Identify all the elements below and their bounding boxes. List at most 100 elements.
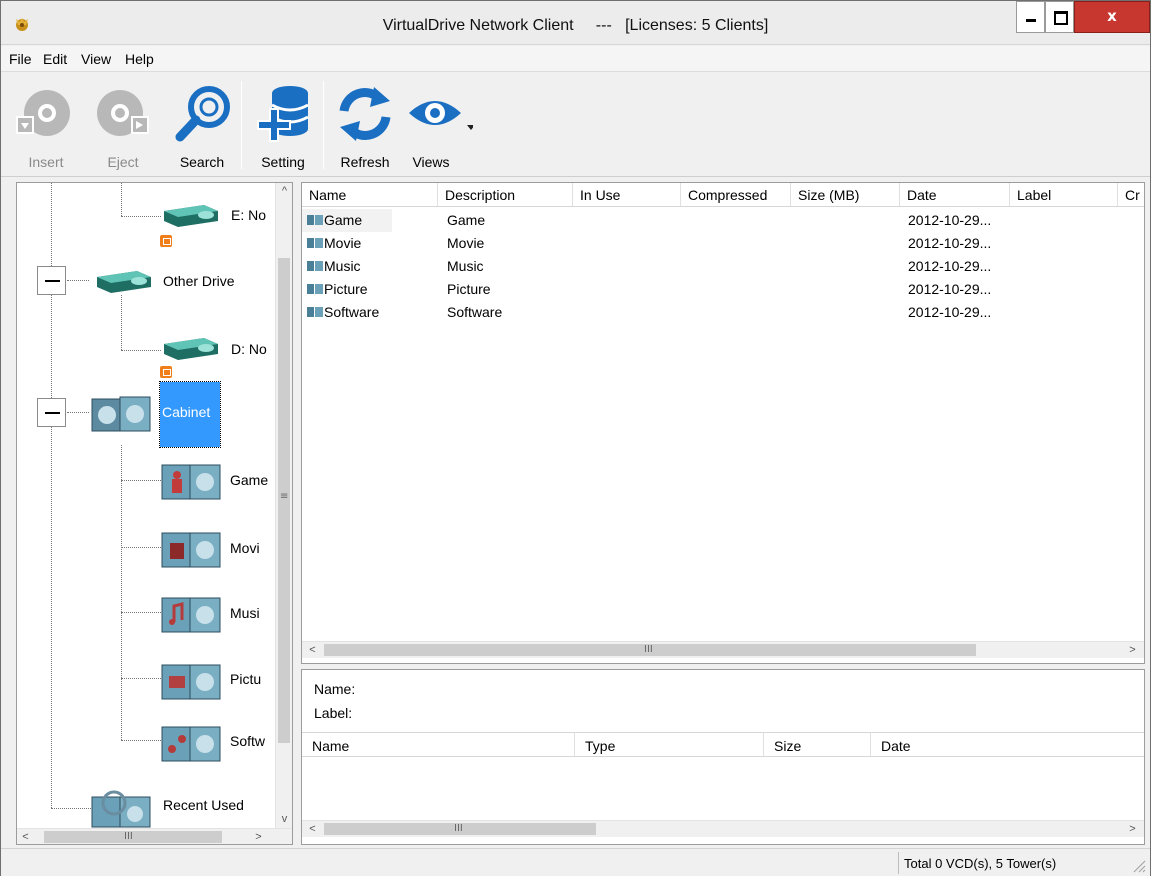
scroll-left-arrow[interactable]: < xyxy=(304,821,321,838)
table-row[interactable]: Movie Movie 2012-10-29... xyxy=(302,232,1122,255)
tree-line xyxy=(121,547,161,548)
table-row[interactable]: Software Software 2012-10-29... xyxy=(302,301,1122,324)
tree-item-picture[interactable]: Pictu xyxy=(230,671,261,687)
toolbar-separator xyxy=(241,81,242,169)
tree-item-other-drive[interactable]: Other Drive xyxy=(163,273,235,289)
resize-grip-icon[interactable] xyxy=(1132,859,1146,873)
menu-help[interactable]: Help xyxy=(125,51,154,67)
column-header-compressed[interactable]: Compressed xyxy=(681,183,791,207)
menu-view[interactable]: View xyxy=(81,51,111,67)
disc-insert-icon xyxy=(16,90,70,136)
refresh-icon xyxy=(339,87,391,141)
title-bar[interactable]: VirtualDrive Network Client --- [License… xyxy=(1,1,1150,45)
vcd-list-view[interactable]: Name Description In Use Compressed Size … xyxy=(301,182,1145,664)
table-row[interactable]: Music Music 2012-10-29... xyxy=(302,255,1122,278)
eject-button[interactable]: Eject xyxy=(88,77,158,173)
row-date: 2012-10-29... xyxy=(908,304,992,320)
tree-line xyxy=(51,808,91,809)
window-title: VirtualDrive Network Client --- [License… xyxy=(382,17,769,34)
scroll-right-arrow[interactable]: > xyxy=(1124,821,1141,838)
scroll-up-arrow[interactable]: ^ xyxy=(276,183,292,200)
folder-tree[interactable]: E: No Other Drive D: No Cabinet Game Mov… xyxy=(16,182,293,845)
eye-icon xyxy=(409,101,473,130)
menu-bar: File Edit View Help xyxy=(1,46,1150,72)
cabinet-icon xyxy=(91,396,151,432)
setting-button[interactable]: Setting xyxy=(248,77,318,173)
recent-used-icon xyxy=(91,790,151,828)
column-header-created[interactable]: Cr xyxy=(1118,183,1144,207)
detail-column-date[interactable]: Date xyxy=(871,732,1144,757)
tree-horizontal-scrollbar[interactable]: < III > xyxy=(17,828,292,844)
tree-item-movie[interactable]: Movi xyxy=(230,540,260,556)
toolbar-separator xyxy=(323,81,324,169)
tree-vertical-scrollbar[interactable]: ^ ≡ v xyxy=(275,183,292,828)
detail-column-name[interactable]: Name xyxy=(302,732,575,757)
scroll-down-arrow[interactable]: v xyxy=(276,811,292,828)
table-row[interactable]: Game xyxy=(302,209,392,232)
network-drive-icon xyxy=(164,338,218,360)
menu-edit[interactable]: Edit xyxy=(43,51,67,67)
column-header-date[interactable]: Date xyxy=(900,183,1010,207)
column-header-name[interactable]: Name xyxy=(302,183,438,207)
main-window: VirtualDrive Network Client --- [License… xyxy=(0,0,1151,876)
vcd-item-icon xyxy=(307,215,323,225)
tree-item-cabinet[interactable]: Cabinet xyxy=(159,381,221,448)
lock-icon xyxy=(160,366,172,378)
column-header-description[interactable]: Description xyxy=(438,183,573,207)
movie-cabinet-icon xyxy=(161,532,221,568)
scroll-thumb[interactable] xyxy=(44,831,222,843)
scroll-grip-icon: III xyxy=(644,644,653,655)
menu-file[interactable]: File xyxy=(9,51,32,67)
column-header-label[interactable]: Label xyxy=(1010,183,1118,207)
game-cabinet-icon xyxy=(161,464,221,500)
vcd-item-icon xyxy=(307,238,323,248)
tree-item-game[interactable]: Game xyxy=(230,472,268,488)
scroll-grip-icon: III xyxy=(454,823,463,834)
detail-label-label: Label: xyxy=(314,705,353,721)
scroll-right-arrow[interactable]: > xyxy=(1124,642,1141,659)
row-date: 2012-10-29... xyxy=(908,212,992,228)
list-horizontal-scrollbar[interactable]: < III > xyxy=(302,641,1144,658)
scroll-left-arrow[interactable]: < xyxy=(304,642,321,659)
row-name: Music xyxy=(324,258,361,274)
table-row[interactable]: Picture Picture 2012-10-29... xyxy=(302,278,1122,301)
tree-line xyxy=(121,445,122,740)
toolbar: Insert Eject Search Setting Refresh View… xyxy=(1,73,1150,177)
insert-button[interactable]: Insert xyxy=(11,77,81,173)
column-header-size[interactable]: Size (MB) xyxy=(791,183,900,207)
network-drive-icon xyxy=(97,271,151,293)
insert-label: Insert xyxy=(28,154,64,170)
maximize-button[interactable] xyxy=(1045,1,1074,33)
tree-line xyxy=(67,280,89,281)
scroll-right-arrow[interactable]: > xyxy=(250,829,267,844)
disc-eject-icon xyxy=(97,90,149,136)
collapse-cabinet-toggle[interactable] xyxy=(37,398,66,427)
row-name: Movie xyxy=(324,235,362,251)
row-name: Picture xyxy=(324,281,368,297)
vcd-item-icon xyxy=(307,261,323,271)
table-row-cells: Game 2012-10-29... xyxy=(302,209,1122,232)
tree-item-drive-d[interactable]: D: No xyxy=(231,341,267,357)
detail-column-size[interactable]: Size xyxy=(764,732,871,757)
column-header-in-use[interactable]: In Use xyxy=(573,183,681,207)
eject-label: Eject xyxy=(107,154,139,170)
row-description: Software xyxy=(447,304,503,320)
status-bar: Total 0 VCD(s), 5 Tower(s) xyxy=(1,848,1150,876)
close-button[interactable]: x xyxy=(1074,1,1150,33)
search-icon xyxy=(175,86,230,142)
collapse-other-drive-toggle[interactable] xyxy=(37,266,66,295)
tree-item-drive-e[interactable]: E: No xyxy=(231,207,266,223)
tree-item-recent-used[interactable]: Recent Used xyxy=(163,797,244,813)
tree-line xyxy=(121,216,161,217)
database-settings-icon xyxy=(257,86,309,142)
minimize-button[interactable] xyxy=(1016,1,1045,33)
tree-item-software[interactable]: Softw xyxy=(230,733,265,749)
detail-column-type[interactable]: Type xyxy=(575,732,764,757)
scroll-grip-icon: ≡ xyxy=(280,491,289,502)
tree-line xyxy=(121,740,161,741)
detail-horizontal-scrollbar[interactable]: < III > xyxy=(302,820,1144,837)
search-button[interactable]: Search xyxy=(167,77,237,173)
scroll-left-arrow[interactable]: < xyxy=(17,829,34,844)
tree-item-music[interactable]: Musi xyxy=(230,605,260,621)
views-button[interactable]: Views xyxy=(403,77,473,173)
